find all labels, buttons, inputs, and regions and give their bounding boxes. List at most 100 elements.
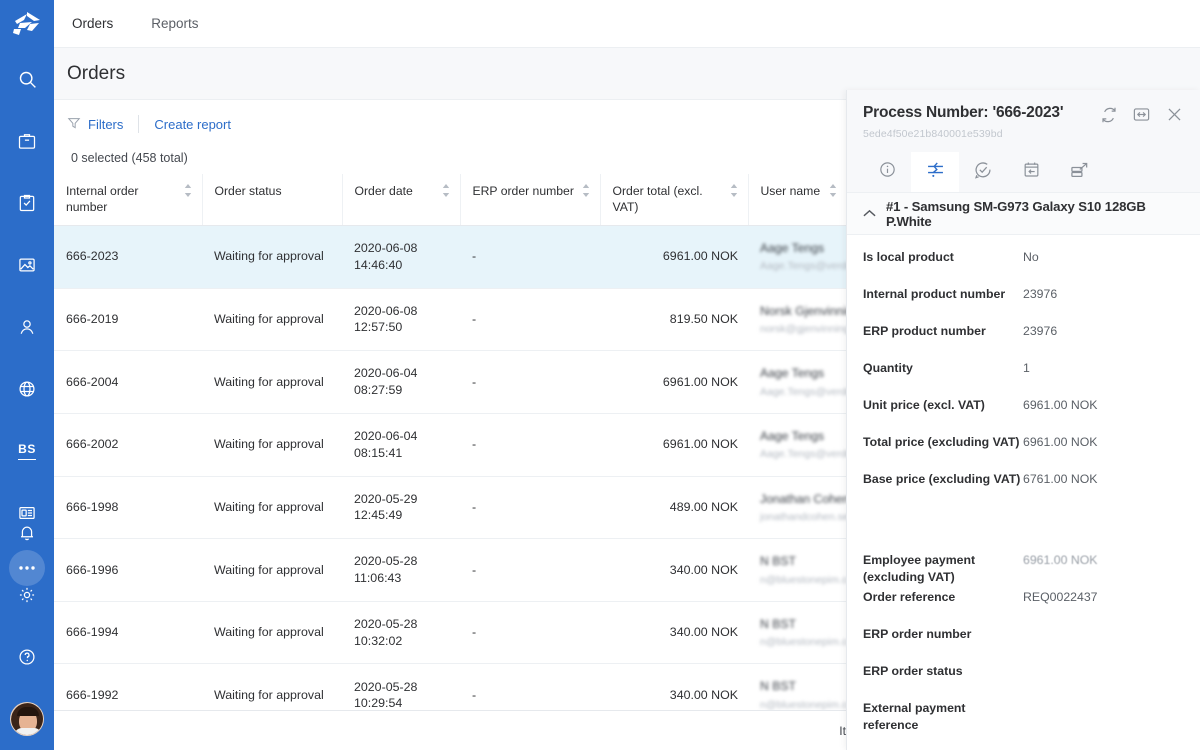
field-value: No [1023, 250, 1039, 264]
cell-order-date: 2020-05-28 10:32:02 [342, 601, 460, 665]
tab-history[interactable] [1007, 152, 1055, 192]
field-row: External payment reference [847, 700, 1200, 737]
cell-order-date: 2020-06-08 14:46:40 [342, 225, 460, 289]
field-key: Internal product number [863, 287, 1006, 301]
sidebar-item-search[interactable] [0, 48, 54, 110]
cell-erp-order-number: - [460, 350, 600, 414]
field-value: 1 [1023, 361, 1030, 375]
tab-process-flow[interactable] [911, 152, 959, 192]
field-key: Unit price (excl. VAT) [863, 398, 985, 412]
gear-icon [17, 585, 37, 605]
cell-internal-order-number: 666-2023 [54, 225, 202, 289]
column-header-order-status[interactable]: Order status [202, 174, 343, 226]
sidebar-bottom [0, 502, 54, 750]
cell-order-status: Waiting for approval [202, 288, 342, 352]
field-key: Employee payment (excluding VAT) [863, 553, 976, 585]
cell-order-status: Waiting for approval [202, 413, 342, 477]
cell-order-date: 2020-06-04 08:27:59 [342, 350, 460, 414]
panel-title-row: Process Number: '666-2023' [863, 104, 1184, 124]
field-value: REQ0022437 [1023, 590, 1098, 604]
tab-approvals[interactable] [959, 152, 1007, 192]
cell-erp-order-number: - [460, 601, 600, 665]
question-circle-icon [17, 647, 37, 667]
refresh-icon[interactable] [1100, 106, 1118, 124]
nav-item-reports[interactable]: Reports [145, 12, 204, 35]
column-label: Order date [354, 184, 413, 198]
field-key: External payment reference [863, 701, 966, 733]
sidebar-item-bs[interactable]: BS [0, 420, 54, 482]
avatar[interactable] [10, 702, 44, 736]
sort-icon[interactable] [829, 184, 837, 201]
sidebar-item-notifications[interactable] [0, 502, 54, 564]
cell-order-date: 2020-06-04 08:15:41 [342, 413, 460, 477]
app-root: BS Orders Reports Orders Filters Create … [0, 0, 1200, 750]
column-label: Internal order number [66, 184, 139, 215]
cell-erp-order-number: - [460, 476, 600, 540]
cell-internal-order-number: 666-2019 [54, 288, 202, 352]
cell-erp-order-number: - [460, 538, 600, 602]
chevron-up-icon [863, 205, 876, 223]
field-value: 23976 [1023, 324, 1058, 338]
field-row: Order reference REQ0022437 [847, 589, 1200, 626]
panel-header: Process Number: '666-2023' 5ede4f50e21b8… [847, 90, 1200, 192]
create-report-label: Create report [154, 116, 231, 132]
image-icon [17, 255, 37, 275]
field-row: Quantity 1 [847, 360, 1200, 397]
field-key: Quantity [863, 361, 913, 375]
sidebar-item-tasks[interactable] [0, 172, 54, 234]
sort-icon[interactable] [730, 184, 738, 201]
sidebar-item-globe[interactable] [0, 358, 54, 420]
panel-section-header[interactable]: #1 - Samsung SM-G973 Galaxy S10 128GB P.… [847, 192, 1200, 235]
globe-icon [17, 379, 37, 399]
panel-title: Process Number: '666-2023' [863, 104, 1064, 121]
tab-info[interactable] [863, 152, 911, 192]
export-stack-icon [1069, 160, 1089, 185]
cell-internal-order-number: 666-1996 [54, 538, 202, 602]
page-title: Orders [67, 62, 126, 84]
app-logo-icon[interactable] [0, 0, 54, 48]
user-icon [17, 317, 37, 337]
field-value: 6761.00 NOK [1023, 472, 1098, 486]
sort-icon[interactable] [442, 184, 450, 201]
field-row: ERP order status [847, 663, 1200, 700]
sidebar: BS [0, 0, 54, 750]
sidebar-item-users[interactable] [0, 296, 54, 358]
column-header-order-total[interactable]: Order total (excl. VAT) [600, 174, 749, 226]
panel-tabs [863, 152, 1184, 192]
tab-export[interactable] [1055, 152, 1103, 192]
cell-internal-order-number: 666-2004 [54, 350, 202, 414]
field-row: Base price (excluding VAT) 6761.00 NOK [847, 471, 1200, 508]
column-header-internal-order-number[interactable]: Internal order number [54, 174, 203, 226]
cell-erp-order-number: - [460, 225, 600, 289]
cell-order-date: 2020-05-28 10:29:54 [342, 663, 460, 710]
create-report-button[interactable]: Create report [154, 117, 231, 132]
sidebar-item-media[interactable] [0, 234, 54, 296]
sidebar-item-settings[interactable] [0, 564, 54, 626]
cell-order-total: 6961.00 NOK [600, 413, 748, 477]
nav-item-orders[interactable]: Orders [66, 12, 119, 35]
sidebar-item-products[interactable] [0, 110, 54, 172]
cell-order-total: 340.00 NOK [600, 538, 748, 602]
sidebar-item-help[interactable] [0, 626, 54, 688]
close-icon[interactable] [1165, 105, 1184, 124]
column-header-order-date[interactable]: Order date [342, 174, 461, 226]
expand-icon[interactable] [1132, 105, 1151, 124]
field-row: Unit price (excl. VAT) 6961.00 NOK [847, 397, 1200, 434]
cell-order-total: 6961.00 NOK [600, 225, 748, 289]
process-detail-panel: Process Number: '666-2023' 5ede4f50e21b8… [846, 90, 1200, 750]
field-key: ERP order status [863, 664, 963, 678]
cell-internal-order-number: 666-2002 [54, 413, 202, 477]
field-row: Employee payment (excluding VAT) 6961.00 … [847, 552, 1200, 589]
sort-icon[interactable] [582, 184, 590, 201]
filters-button[interactable]: Filters [67, 116, 123, 133]
field-key: ERP order number [863, 627, 972, 641]
field-value: 6961.00 NOK [1023, 435, 1098, 449]
cell-order-status: Waiting for approval [202, 601, 342, 665]
cell-order-total: 340.00 NOK [600, 663, 748, 710]
sort-icon[interactable] [184, 184, 192, 201]
cell-erp-order-number: - [460, 663, 600, 710]
field-spacer [847, 508, 1200, 552]
field-key: ERP product number [863, 324, 986, 338]
column-header-erp-order-number[interactable]: ERP order number [460, 174, 601, 226]
cell-order-status: Waiting for approval [202, 225, 342, 289]
